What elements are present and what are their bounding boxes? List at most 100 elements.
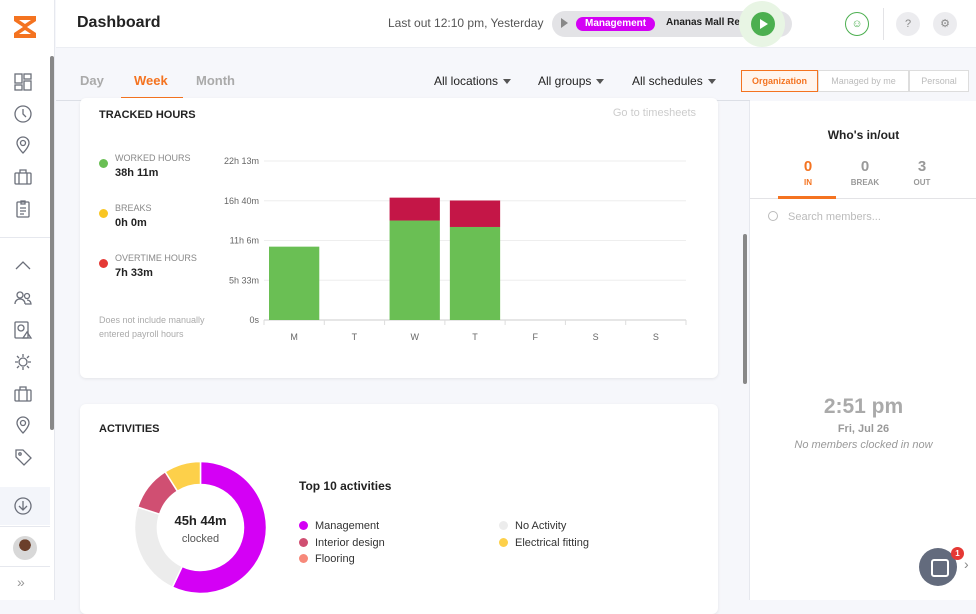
count-label: BREAK: [850, 178, 880, 187]
dashboard-icon[interactable]: [13, 72, 33, 92]
settings-icon[interactable]: ⚙: [933, 12, 957, 36]
bar-worked-hours: [269, 246, 320, 320]
x-tick-label: F: [533, 332, 539, 342]
x-tick-label: S: [653, 332, 659, 342]
clock-icon[interactable]: [13, 104, 33, 124]
help-icon[interactable]: ?: [896, 12, 920, 36]
search-placeholder: Search members...: [788, 211, 881, 223]
integrations-icon[interactable]: [13, 352, 33, 372]
tracked-hours-chart: 0s 5h 33m 11h 6m 16h 40m 22h 13m M T W T F S S: [224, 156, 687, 342]
breaks-dot: [99, 209, 108, 218]
stat-label: OVERTIME HOURS: [115, 253, 197, 263]
activities-card: ACTIVITIES 45h 44m clocked Top 10 activi…: [80, 404, 718, 614]
count-label: OUT: [913, 178, 931, 187]
donut-total: 45h 44m: [174, 513, 227, 528]
tab-week[interactable]: Week: [134, 73, 168, 88]
sidebar-scrollbar[interactable]: [50, 56, 54, 430]
empty-state-message: No members clocked in now: [794, 439, 933, 451]
scope-personal[interactable]: Personal: [909, 70, 969, 92]
stat-value: 38h 11m: [115, 167, 159, 179]
legend-dot: [499, 538, 508, 547]
stat-label: WORKED HOURS: [115, 153, 191, 163]
caret-down-icon: [596, 79, 605, 85]
x-tick-label: S: [593, 332, 599, 342]
x-tick-label: M: [290, 332, 298, 342]
scope-managed-by-me[interactable]: Managed by me: [818, 70, 909, 92]
x-tick-label: T: [352, 332, 358, 342]
y-tick-label: 11h 6m: [230, 236, 259, 246]
active-count-underline: [778, 196, 836, 199]
search-icon: [768, 211, 778, 221]
start-timer-button[interactable]: [751, 12, 775, 36]
legend-label: Flooring: [315, 553, 355, 565]
search-members-input[interactable]: Search members...: [768, 211, 881, 223]
count-label: IN: [804, 178, 812, 187]
legend-item: No Activity: [499, 520, 566, 532]
small-play-icon: [561, 18, 568, 28]
in-count-tab[interactable]: 0 IN: [778, 158, 838, 187]
activities-title: ACTIVITIES: [99, 423, 160, 435]
locations-filter-label: All locations: [434, 74, 499, 88]
locations-filter[interactable]: All locations: [434, 74, 512, 88]
go-to-timesheets-link[interactable]: Go to timesheets: [613, 107, 696, 119]
legend-item: Interior design: [299, 537, 385, 549]
out-count-tab[interactable]: 3 OUT: [892, 158, 952, 187]
legend-item: Electrical fitting: [499, 537, 589, 549]
download-icon[interactable]: [13, 496, 33, 516]
report-alert-icon[interactable]: [13, 320, 33, 340]
count-value: 3: [917, 158, 927, 175]
map-pin-icon[interactable]: [13, 415, 33, 435]
expand-sidebar-icon[interactable]: »: [17, 574, 25, 590]
user-avatar[interactable]: [13, 536, 37, 560]
sidebar-divider: [0, 237, 50, 238]
legend-label: Electrical fitting: [515, 537, 589, 549]
y-tick-label: 16h 40m: [224, 196, 259, 206]
legend-label: No Activity: [515, 520, 567, 532]
app-logo[interactable]: [12, 14, 38, 40]
clipboard-icon[interactable]: [13, 199, 33, 219]
count-value: 0: [803, 158, 813, 175]
x-tick-label: T: [472, 332, 478, 342]
team-icon[interactable]: [13, 288, 33, 308]
current-time: 2:51 pm: [823, 395, 904, 418]
tracked-hours-title: TRACKED HOURS: [99, 109, 196, 121]
sidebar-divider: [0, 566, 50, 567]
y-tick-label: 5h 33m: [229, 275, 259, 285]
donut-caption: clocked: [181, 533, 220, 545]
briefcase-icon[interactable]: [13, 167, 33, 187]
worked-dot: [99, 159, 108, 168]
main-scrollbar[interactable]: [743, 234, 747, 384]
groups-filter[interactable]: All groups: [538, 74, 605, 88]
tab-day[interactable]: Day: [80, 73, 104, 88]
stat-label: BREAKS: [115, 203, 152, 213]
legend-label: Interior design: [315, 537, 385, 549]
legend-label: Management: [315, 520, 380, 532]
legend-dot: [299, 521, 308, 530]
count-value: 0: [860, 158, 870, 175]
header-divider: [883, 8, 884, 40]
chevron-right-icon[interactable]: ›: [964, 556, 969, 572]
page-title: Dashboard: [77, 14, 161, 31]
groups-filter-label: All groups: [538, 74, 592, 88]
user-check-icon[interactable]: ☺: [845, 12, 869, 36]
x-tick-label: W: [410, 332, 419, 342]
legend-dot: [299, 554, 308, 563]
last-out-status: Last out 12:10 pm, Yesterday: [388, 16, 544, 30]
break-count-tab[interactable]: 0 BREAK: [835, 158, 895, 187]
caret-down-icon: [707, 79, 716, 85]
tag-icon[interactable]: [13, 447, 33, 467]
bar-overtime-hours: [389, 197, 440, 221]
chevron-up-icon[interactable]: [13, 256, 33, 276]
legend-item: Management: [299, 520, 379, 532]
location-icon[interactable]: [13, 135, 33, 155]
overtime-dot: [99, 259, 108, 268]
scope-organization[interactable]: Organization: [741, 70, 818, 92]
projects-icon[interactable]: [13, 384, 33, 404]
schedules-filter[interactable]: All schedules: [632, 74, 716, 88]
bar-worked-hours: [389, 220, 440, 320]
legend-title: Top 10 activities: [299, 479, 392, 493]
bar-worked-hours: [449, 226, 501, 320]
tab-month[interactable]: Month: [196, 73, 235, 88]
y-tick-label: 22h 13m: [224, 156, 259, 166]
chat-notification-badge: 1: [951, 547, 964, 560]
